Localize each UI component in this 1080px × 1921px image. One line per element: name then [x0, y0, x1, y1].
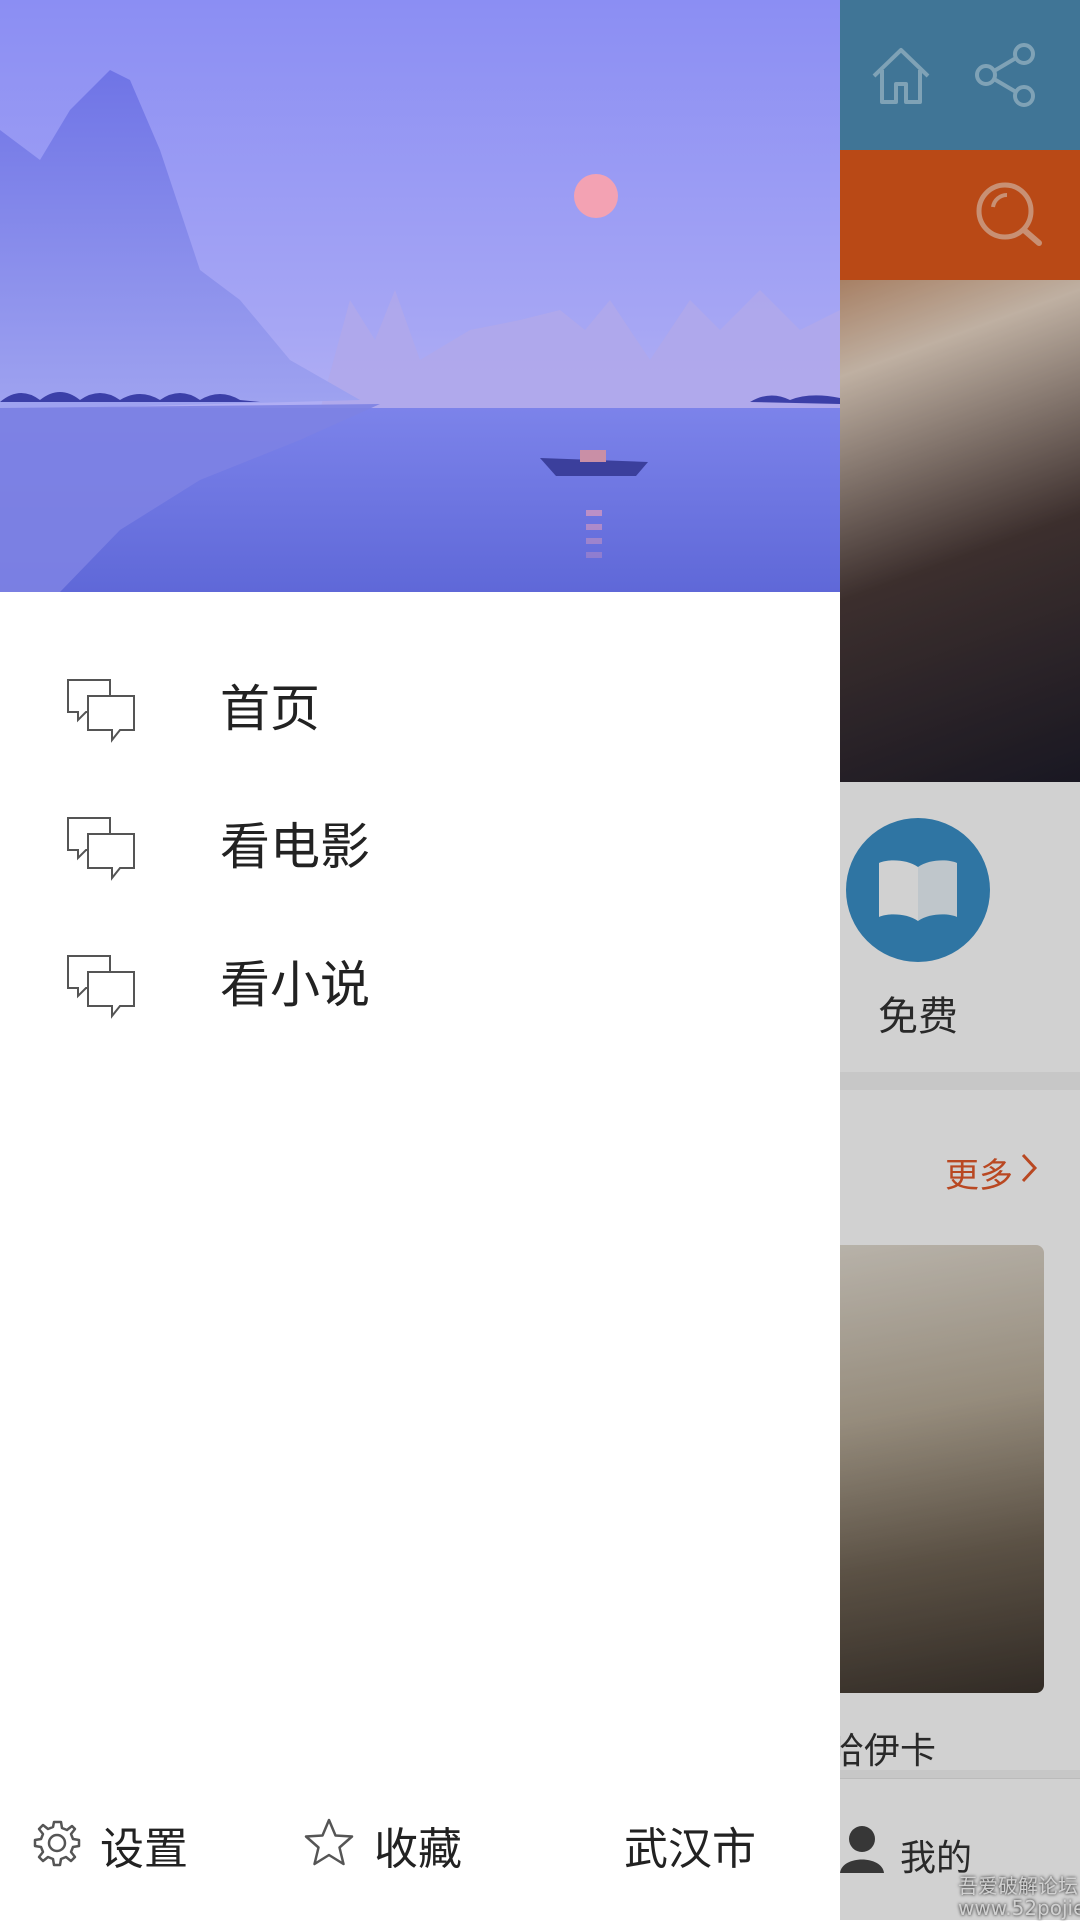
- menu-item-label: 看电影: [220, 818, 370, 876]
- drawer-header-image: [0, 0, 840, 592]
- drawer-menu: 首页 看电影 看小说: [0, 652, 840, 1066]
- menu-item-label: 首页: [220, 680, 320, 738]
- city-location-button[interactable]: 武汉市: [624, 1780, 756, 1910]
- chat-bubbles-icon: [66, 816, 138, 888]
- chat-bubbles-icon: [66, 954, 138, 1026]
- navigation-drawer: 首页 看电影 看小说 设置 收藏 武汉市: [0, 0, 840, 1920]
- favorites-button[interactable]: 收藏: [302, 1780, 462, 1910]
- chat-bubbles-icon: [66, 678, 138, 750]
- settings-button[interactable]: 设置: [32, 1780, 188, 1910]
- drawer-footer: 设置 收藏 武汉市: [0, 1780, 840, 1910]
- settings-label: 设置: [100, 1824, 188, 1875]
- menu-item-movies[interactable]: 看电影: [0, 790, 840, 928]
- star-icon: [302, 1816, 356, 1874]
- gear-icon: [32, 1818, 82, 1872]
- menu-item-label: 看小说: [220, 956, 370, 1014]
- menu-item-novels[interactable]: 看小说: [0, 928, 840, 1066]
- favorites-label: 收藏: [374, 1824, 462, 1875]
- city-label: 武汉市: [624, 1824, 756, 1875]
- menu-item-home[interactable]: 首页: [0, 652, 840, 790]
